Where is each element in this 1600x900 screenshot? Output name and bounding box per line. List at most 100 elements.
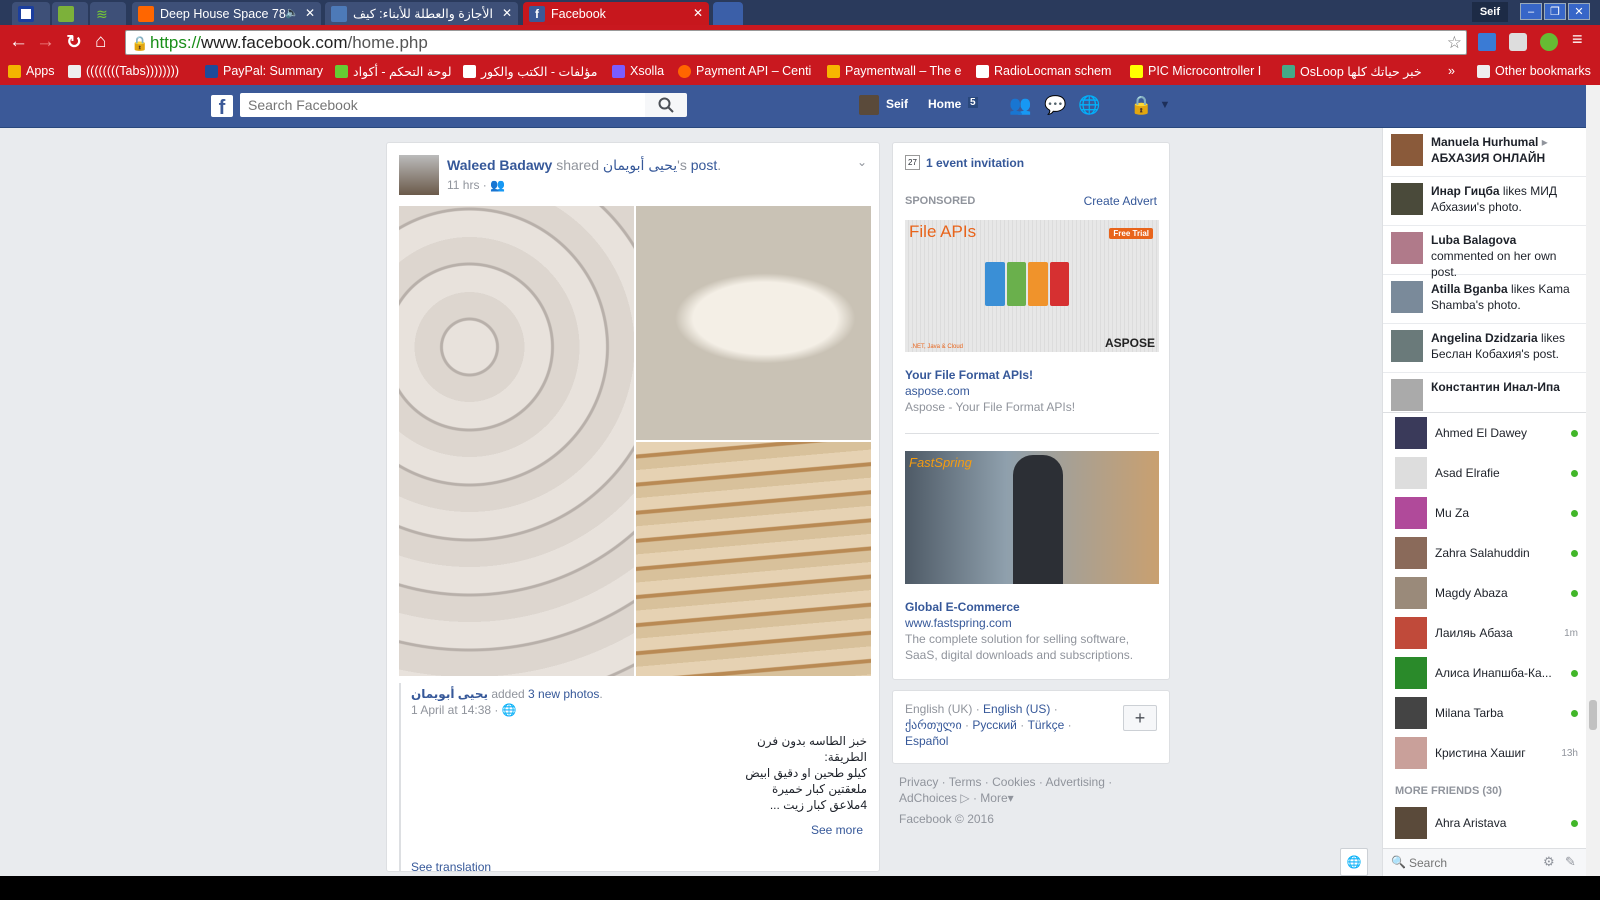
bookmark-books[interactable]: مؤلفات - الكتب والكور [463,64,597,79]
search-icon [658,97,674,113]
chat-contact[interactable]: Asad Elrafie [1383,453,1586,493]
create-advert-link[interactable]: Create Advert [1084,194,1157,208]
browser-profile-button[interactable]: Seif [1471,2,1508,22]
avatar[interactable] [859,95,879,115]
close-icon[interactable]: ✕ [693,6,703,20]
language-list: English (UK) · English (US) · ქართული · … [905,702,1072,748]
new-photos-link[interactable]: 3 new photos [528,687,599,701]
chat-contact[interactable]: Кристина Хашиг 13h [1383,733,1586,773]
right-column-ads: 27 1 event invitation SPONSORED Create A… [892,142,1170,680]
photo-bread-in-pan[interactable] [636,206,871,440]
ticker-item[interactable]: Atilla Bganba likes Kama Shamba's photo. [1383,275,1586,324]
address-bar[interactable]: 🔒 https://www.facebook.com/home.php ☆ [125,30,1467,55]
profile-link[interactable]: Seif [886,97,908,111]
bookmark-control-panel[interactable]: لوحة التحكم - أكواد [335,64,452,79]
home-link[interactable]: Home [928,97,961,111]
gear-icon[interactable]: ⚙ [1543,854,1555,870]
bookmark-folder[interactable]: ((((((((Tabs)))))))) [68,64,179,78]
tab-arabic-article[interactable]: الأجازة والعطلة للأبناء: كيف ✕ [325,2,518,25]
chat-contact[interactable]: Zahra Salahuddin [1383,533,1586,573]
activity-ticker: Manuela Hurhumal ▸ АБХАЗИЯ ОНЛАЙН Инар Ги… [1382,128,1586,412]
post-link[interactable]: post [691,157,717,173]
bookmarks-bar: Apps ((((((((Tabs)))))))) PayPal: Summar… [0,60,1600,85]
avatar [1391,330,1423,362]
tab-pinned-flag[interactable] [12,2,50,25]
bookmark-pic[interactable]: PIC Microcontroller I [1130,64,1261,78]
globe-button[interactable]: 🌐 [1340,848,1368,876]
photo-bread-stack[interactable] [636,442,871,676]
see-more-link[interactable]: See more [811,823,863,837]
search-input[interactable] [240,93,645,117]
bookmark-paypal[interactable]: PayPal: Summary [205,64,323,78]
ad-text-aspose[interactable]: Your File Format APIs! aspose.com Aspose… [905,367,1159,415]
shared-from-link[interactable]: يحيى أبويمان [603,157,677,173]
bookmark-radiolocman[interactable]: RadioLocman schem [976,64,1111,78]
maximize-button[interactable]: ❐ [1544,3,1566,20]
inner-author-link[interactable]: يحيى أبويمان [411,687,488,701]
page-scrollbar[interactable] [1586,85,1600,876]
story-time: 11 hrs · 👥 [447,178,506,192]
tab-pinned-rt[interactable] [52,2,88,25]
chevron-down-icon[interactable]: ▼ [1155,95,1175,115]
tab-pinned-wifi[interactable]: ≋ [90,2,126,25]
bookmark-apps[interactable]: Apps [8,64,55,78]
reload-icon[interactable]: ↻ [66,31,82,54]
photo-dough-rounds[interactable] [399,206,634,676]
star-icon[interactable]: ☆ [1447,31,1462,55]
compose-icon[interactable]: ✎ [1565,854,1576,870]
timestamp[interactable]: 11 hrs [447,178,479,192]
new-tab-button[interactable] [713,2,743,25]
bookmark-xsolla[interactable]: Xsolla [612,64,664,78]
see-translation-link[interactable]: See translation [411,860,491,871]
avatar[interactable] [399,155,439,195]
chat-contact[interactable]: Лаиляь Абаза 1m [1383,613,1586,653]
tab-facebook[interactable]: f Facebook ✕ [523,2,709,25]
facebook-logo-icon[interactable]: f [211,95,233,119]
ticker-item[interactable]: Инар Гицба likes МИД Абхазии's photo. [1383,177,1586,226]
back-icon[interactable]: ← [9,31,28,53]
translate-icon[interactable] [1478,33,1496,51]
ticker-item[interactable]: Manuela Hurhumal ▸ АБХАЗИЯ ОНЛАЙН [1383,128,1586,177]
tab-label: Deep House Space 78 [160,6,286,21]
scrollbar-thumb[interactable] [1589,700,1597,730]
chat-contact[interactable]: Milana Tarba [1383,693,1586,733]
add-language-button[interactable]: + [1123,705,1157,731]
extension-icon[interactable] [1509,33,1527,51]
chat-contact[interactable]: Mu Za [1383,493,1586,533]
close-window-button[interactable]: ✕ [1568,3,1590,20]
minimize-button[interactable]: – [1520,3,1542,20]
bookmarks-overflow[interactable]: » [1448,64,1455,78]
close-icon[interactable]: ✕ [502,6,512,20]
bookmark-osloop[interactable]: OsLoop خبر حياتك كلها [1282,64,1422,79]
globe-extension-icon[interactable] [1540,33,1558,51]
chevron-down-icon[interactable]: ⌄ [857,155,867,169]
bookmark-paymentwall[interactable]: Paymentwall – The e [827,64,962,78]
ad-banner-fastspring[interactable]: FastSpring [905,451,1159,584]
close-icon[interactable]: ✕ [305,6,315,20]
chat-contact[interactable]: Алиса Инапшба-Ка... [1383,653,1586,693]
chat-contact[interactable]: Ahmed El Dawey [1383,413,1586,453]
notifications-icon[interactable]: 🌐 [1078,95,1100,115]
author-link[interactable]: Waleed Badawy [447,157,552,173]
tab-deep-house[interactable]: Deep House Space 78 🔈 ✕ [132,2,321,25]
home-icon[interactable]: ⌂ [95,31,106,53]
ticker-item[interactable]: Константин Инал-Ипа [1383,373,1586,412]
idle-time: 13h [1561,747,1578,759]
menu-icon[interactable]: ≡ [1572,29,1583,50]
bookmark-payment-api[interactable]: Payment API – Centi [678,64,811,78]
ad-text-fastspring[interactable]: Global E-Commerce www.fastspring.com The… [905,599,1159,663]
chat-contact[interactable]: Ahra Aristava [1383,803,1586,843]
search-button[interactable] [645,93,687,117]
messages-icon[interactable]: 💬 [1044,95,1066,115]
bookmark-other[interactable]: Other bookmarks [1477,64,1591,78]
forward-icon[interactable]: → [36,31,55,53]
privacy-shortcuts-icon[interactable]: 🔒 [1130,95,1152,115]
friend-requests-icon[interactable]: 👥 [1009,95,1031,115]
event-invitation[interactable]: 27 1 event invitation [905,155,1024,170]
chat-search-input[interactable] [1409,853,1529,873]
ad-banner-aspose[interactable]: File APIs Free Trial .NET, Java & Cloud … [905,220,1159,352]
chat-contact[interactable]: Magdy Abaza [1383,573,1586,613]
ticker-item[interactable]: Angelina Dzidzaria likes Беслан Кобахия'… [1383,324,1586,373]
ticker-item[interactable]: Luba Balagova commented on her own post. [1383,226,1586,279]
avatar [1395,807,1427,839]
